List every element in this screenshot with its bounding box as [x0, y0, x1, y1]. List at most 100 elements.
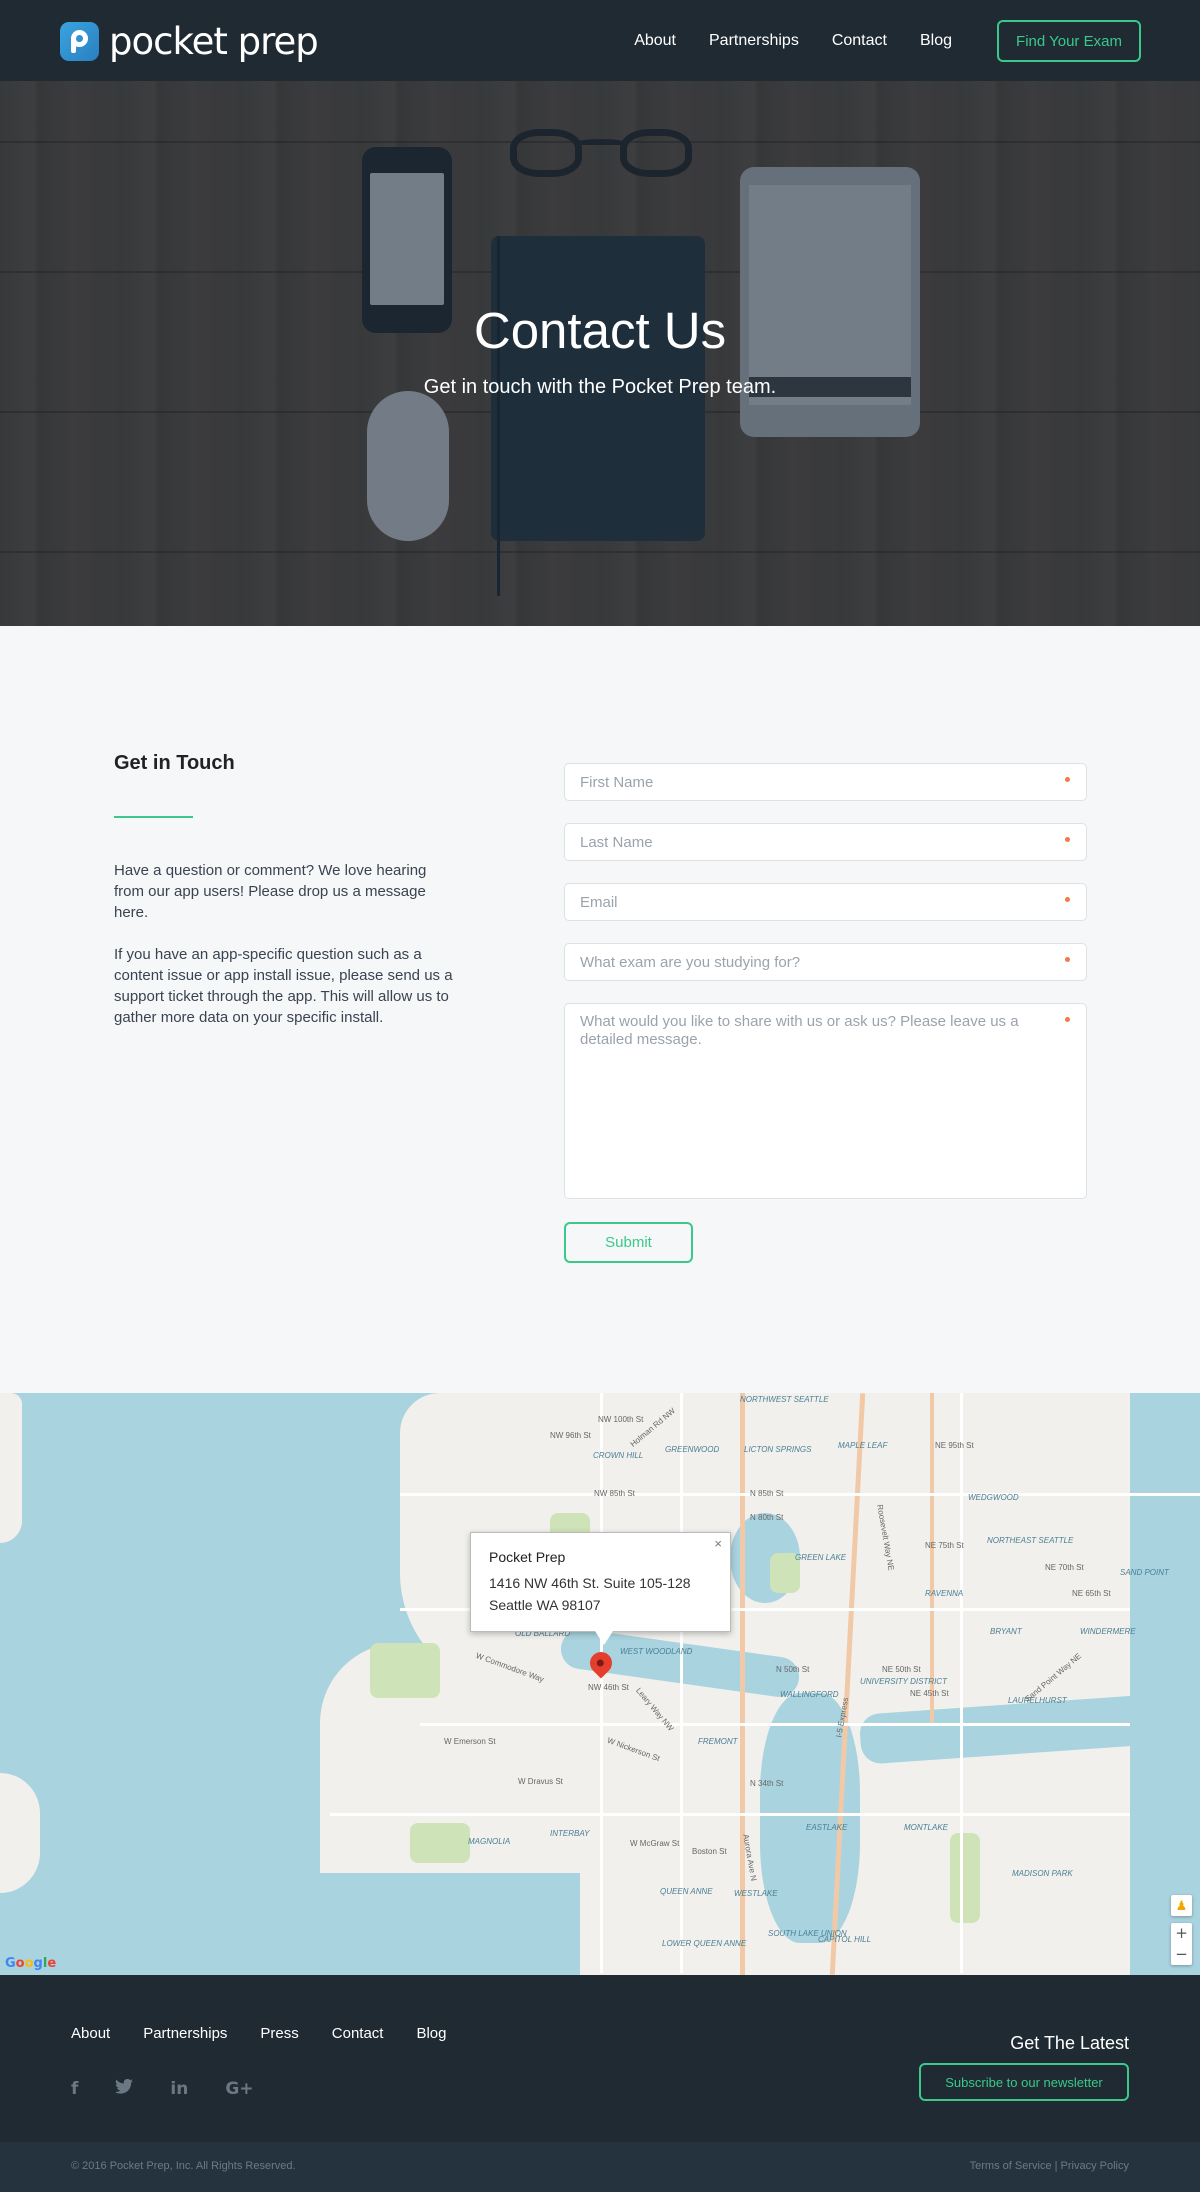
site-logo[interactable]: pocket prep	[60, 20, 319, 63]
contact-intro: Get in Touch Have a question or comment?…	[114, 752, 454, 1028]
find-your-exam-button[interactable]: Find Your Exam	[997, 20, 1141, 62]
zoom-out-button[interactable]: −	[1171, 1944, 1192, 1965]
footer-nav-contact[interactable]: Contact	[332, 2025, 384, 2042]
footer-nav-press[interactable]: Press	[260, 2025, 298, 2042]
highway	[930, 1393, 934, 1723]
contact-heading: Get in Touch	[114, 752, 235, 774]
footer-nav-blog[interactable]: Blog	[416, 2025, 446, 2042]
linkedin-icon[interactable]: in	[170, 2079, 188, 2099]
footer-nav-about[interactable]: About	[71, 2025, 110, 2042]
exam-field[interactable]: What exam are you studying for?	[564, 943, 1087, 981]
location-map[interactable]: NORTHWEST SEATTLE GREENWOOD LICTON SPRIN…	[0, 1393, 1200, 1975]
neighborhood-label: LOWER QUEEN ANNE	[662, 1939, 747, 1948]
neighborhood-label: WEST WOODLAND	[620, 1647, 693, 1656]
lake-washington	[1130, 1393, 1200, 1975]
neighborhood-label: MAPLE LEAF	[838, 1441, 888, 1450]
sub-footer: © 2016 Pocket Prep, Inc. All Rights Rese…	[0, 2142, 1200, 2192]
neighborhood-label: NORTHWEST SEATTLE	[740, 1395, 829, 1404]
first-name-placeholder: First Name	[580, 774, 654, 791]
neighborhood-label: QUEEN ANNE	[660, 1887, 713, 1896]
street-label: NW 46th St	[588, 1683, 629, 1692]
map-road	[680, 1393, 683, 1973]
map-land	[0, 1773, 40, 1893]
nav-partnerships[interactable]: Partnerships	[709, 32, 799, 50]
neighborhood-label: FREMONT	[698, 1737, 738, 1746]
elliott-bay	[320, 1873, 580, 1975]
street-label: NE 95th St	[935, 1441, 974, 1450]
social-links: f in G+	[71, 2078, 291, 2099]
neighborhood-label: MAGNOLIA	[468, 1837, 511, 1846]
nav-contact[interactable]: Contact	[832, 32, 887, 50]
footer-nav: About Partnerships Press Contact Blog	[71, 2025, 480, 2042]
map-park	[370, 1643, 440, 1698]
highway	[740, 1393, 745, 1975]
street-label: N 34th St	[750, 1779, 784, 1788]
hero-banner: Contact Us Get in touch with the Pocket …	[0, 81, 1200, 626]
twitter-icon[interactable]	[115, 2078, 134, 2099]
neighborhood-label: WALLINGFORD	[780, 1690, 839, 1699]
page-title: Contact Us	[473, 302, 727, 359]
street-label: NE 65th St	[1072, 1589, 1111, 1598]
subscribe-newsletter-button[interactable]: Subscribe to our newsletter	[919, 2063, 1129, 2101]
contact-paragraph: If you have an app-specific question suc…	[114, 946, 453, 1026]
street-label: N 85th St	[750, 1489, 784, 1498]
street-label: N 80th St	[750, 1513, 784, 1522]
street-label: NE 45th St	[910, 1689, 949, 1698]
last-name-placeholder: Last Name	[580, 834, 653, 851]
neighborhood-label: SAND POINT	[1120, 1568, 1169, 1577]
info-address-line1: 1416 NW 46th St. Suite 105-128	[489, 1575, 691, 1591]
close-icon[interactable]: ×	[714, 1536, 722, 1551]
google-plus-icon[interactable]: G+	[225, 2079, 253, 2099]
neighborhood-label: CROWN HILL	[593, 1451, 644, 1460]
submit-button[interactable]: Submit	[564, 1222, 693, 1263]
message-placeholder: What would you like to share with us or …	[580, 1013, 1019, 1048]
nav-blog[interactable]: Blog	[920, 32, 952, 50]
first-name-field[interactable]: First Name	[564, 763, 1087, 801]
facebook-icon[interactable]: f	[71, 2079, 78, 2099]
main-nav: About Partnerships Contact Blog Find You…	[634, 20, 1141, 62]
site-header: pocket prep About Partnerships Contact B…	[0, 0, 1200, 81]
zoom-in-button[interactable]: +	[1171, 1923, 1192, 1944]
street-label: NW 100th St	[598, 1415, 644, 1424]
street-label: NW 96th St	[550, 1431, 591, 1440]
email-field[interactable]: Email	[564, 883, 1087, 921]
map-road	[400, 1493, 1200, 1496]
map-park	[950, 1833, 980, 1923]
message-textarea[interactable]: What would you like to share with us or …	[564, 1003, 1087, 1199]
street-label: NE 70th St	[1045, 1563, 1084, 1572]
neighborhood-label: LICTON SPRINGS	[744, 1445, 812, 1454]
contact-form: First Name Last Name Email What exam are…	[564, 763, 1087, 1263]
neighborhood-label: RAVENNA	[925, 1589, 964, 1598]
brand-name: pocket prep	[109, 20, 319, 63]
nav-about[interactable]: About	[634, 32, 676, 50]
neighborhood-label: MONTLAKE	[904, 1823, 949, 1832]
required-indicator-icon	[1065, 897, 1070, 902]
footer-nav-partnerships[interactable]: Partnerships	[143, 2025, 227, 2042]
map-land	[0, 1393, 22, 1543]
neighborhood-label: LAURELHURST	[1008, 1696, 1067, 1705]
neighborhood-label: UNIVERSITY DISTRICT	[860, 1677, 947, 1686]
map-park	[410, 1823, 470, 1863]
required-indicator-icon	[1065, 837, 1070, 842]
street-label: NE 75th St	[925, 1541, 964, 1550]
pocket-prep-logo-icon	[60, 22, 99, 61]
street-label: W Dravus St	[518, 1777, 563, 1786]
exam-placeholder: What exam are you studying for?	[580, 954, 801, 971]
neighborhood-label: WINDERMERE	[1080, 1627, 1136, 1636]
neighborhood-label: WEDGWOOD	[968, 1493, 1019, 1502]
map-info-window: × Pocket Prep 1416 NW 46th St. Suite 105…	[470, 1532, 731, 1645]
neighborhood-label: GREEN LAKE	[795, 1553, 847, 1562]
neighborhood-label: MADISON PARK	[1012, 1869, 1073, 1878]
required-indicator-icon	[1065, 777, 1070, 782]
street-label: NE 50th St	[882, 1665, 921, 1674]
street-label: W Emerson St	[444, 1737, 496, 1746]
neighborhood-label: NORTHEAST SEATTLE	[987, 1536, 1074, 1545]
info-address-line2: Seattle WA 98107	[489, 1597, 601, 1613]
legal-links[interactable]: Terms of Service | Privacy Policy	[970, 2160, 1129, 2172]
map-road	[420, 1723, 1130, 1726]
street-view-pegman-icon[interactable]: ♟	[1171, 1895, 1192, 1916]
last-name-field[interactable]: Last Name	[564, 823, 1087, 861]
required-indicator-icon	[1065, 1017, 1070, 1022]
map-road	[330, 1813, 1130, 1816]
google-logo[interactable]: Google	[5, 1956, 56, 1971]
